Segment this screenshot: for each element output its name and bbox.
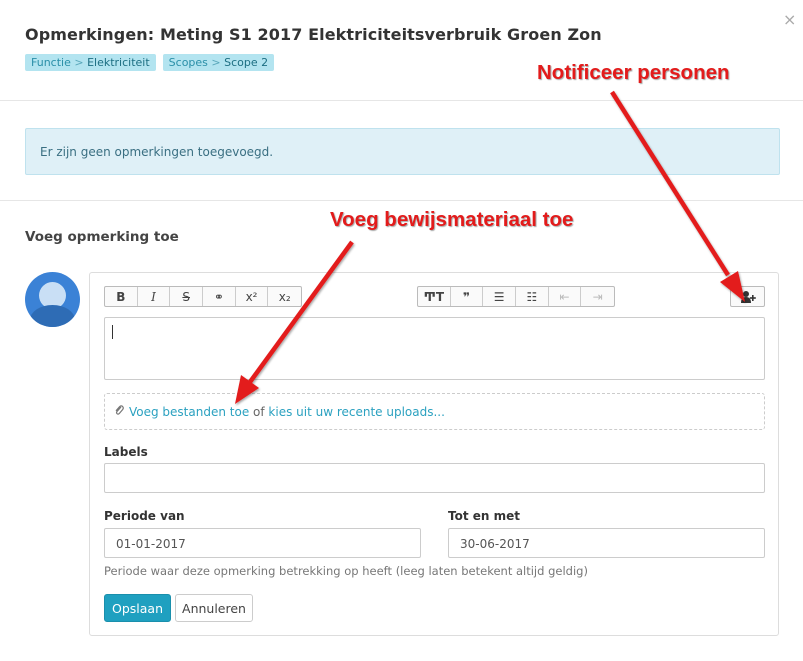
add-files-link[interactable]: Voeg bestanden toe (129, 405, 249, 419)
tag-value: Elektriciteit (87, 56, 150, 69)
tag-scopes[interactable]: Scopes > Scope 2 (162, 54, 275, 71)
empty-comments-notice: Er zijn geen opmerkingen toegevoegd. (25, 128, 780, 175)
notify-annotation: Notificeer personen (537, 61, 730, 84)
close-icon[interactable]: × (783, 10, 796, 29)
outdent-button[interactable]: ⇤ (549, 287, 582, 306)
tag-parent: Scopes (168, 56, 208, 69)
tag-parent: Functie (31, 56, 71, 69)
quote-button[interactable]: ❞ (451, 287, 484, 306)
modal-header: Opmerkingen: Meting S1 2017 Elektricitei… (0, 0, 803, 101)
paperclip-icon (114, 404, 124, 419)
tag-list: Functie > Elektriciteit Scopes > Scope 2 (25, 54, 275, 71)
period-to-label: Tot en met (448, 509, 520, 523)
upload-dropzone[interactable]: Voeg bestanden toe of kies uit uw recent… (104, 393, 765, 430)
notify-toolbar (730, 286, 765, 307)
save-button[interactable]: Opslaan (104, 594, 171, 622)
block-toolbar: ͲT ❞ ☰ ☷ ⇤ ⇥ (417, 286, 615, 307)
upload-or-text: of (249, 405, 269, 419)
heading-button[interactable]: ͲT (418, 287, 451, 306)
superscript-button[interactable]: x² (236, 287, 269, 306)
period-to-input[interactable]: 30-06-2017 (448, 528, 765, 558)
modal-title: Opmerkingen: Meting S1 2017 Elektricitei… (25, 25, 602, 44)
avatar (25, 272, 80, 327)
avatar-body (30, 305, 75, 327)
cancel-button[interactable]: Annuleren (175, 594, 253, 622)
tag-value: Scope 2 (224, 56, 269, 69)
comment-editor[interactable] (104, 317, 765, 380)
bold-button[interactable]: B (105, 287, 138, 306)
subscript-button[interactable]: x₂ (268, 287, 301, 306)
period-from-label: Periode van (104, 509, 185, 523)
labels-label: Labels (104, 445, 148, 459)
period-help-text: Periode waar deze opmerking betrekking o… (104, 564, 588, 578)
comments-area: Er zijn geen opmerkingen toegevoegd. (0, 101, 803, 201)
add-comment-title: Voeg opmerking toe (25, 229, 179, 245)
indent-button[interactable]: ⇥ (581, 287, 614, 306)
numbered-list-button[interactable]: ☷ (516, 287, 549, 306)
tag-separator: > (74, 56, 84, 69)
period-from-input[interactable]: 01-01-2017 (104, 528, 421, 558)
strikethrough-button[interactable]: S (170, 287, 204, 306)
format-toolbar: B I S ⚭ x² x₂ (104, 286, 302, 307)
tag-functie[interactable]: Functie > Elektriciteit (25, 54, 156, 71)
notify-person-icon (740, 291, 756, 303)
tag-separator: > (211, 56, 221, 69)
bullet-list-button[interactable]: ☰ (483, 287, 517, 306)
italic-button[interactable]: I (138, 287, 171, 306)
link-button[interactable]: ⚭ (203, 287, 236, 306)
recent-uploads-link[interactable]: kies uit uw recente uploads... (268, 405, 445, 419)
text-caret (112, 325, 113, 339)
notify-person-button[interactable] (731, 287, 764, 306)
labels-input[interactable] (104, 463, 765, 493)
evidence-annotation: Voeg bewijsmateriaal toe (330, 208, 574, 231)
